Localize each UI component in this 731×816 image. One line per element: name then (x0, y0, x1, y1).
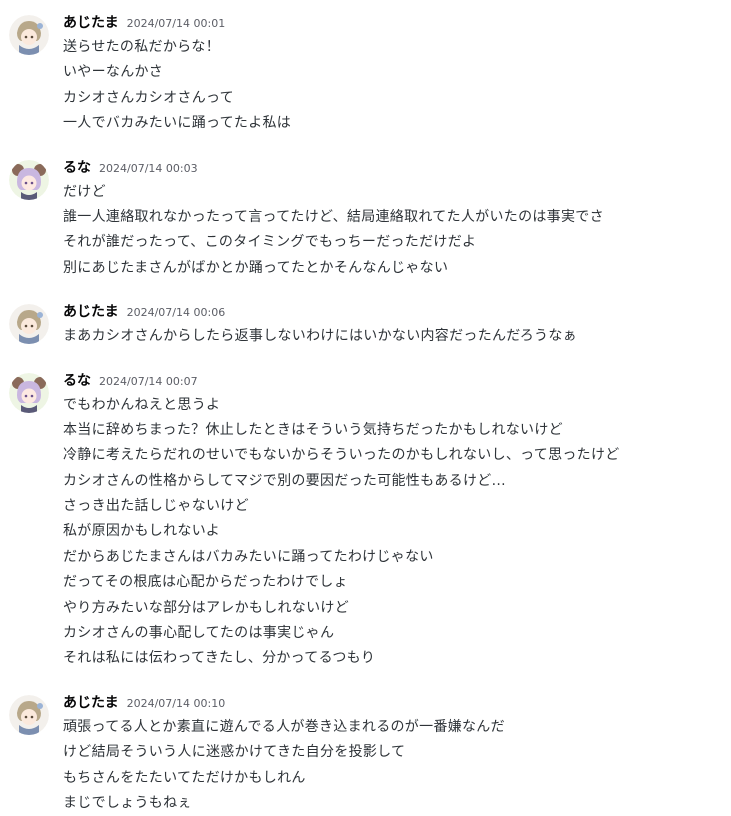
avatar[interactable] (9, 372, 49, 413)
timestamp: 2024/07/14 00:01 (126, 17, 226, 30)
message-line: だけど (63, 183, 106, 200)
timestamp: 2024/07/14 00:10 (126, 696, 226, 710)
username[interactable]: あじたま (63, 301, 119, 321)
message-line: それは私には伝わってきたし、分かってるつもり (63, 650, 376, 667)
username[interactable]: あじたま (63, 12, 119, 32)
message-line: 冷静に考えたらだれのせいでもないからそういったのかもしれないし、って思ったけど (63, 447, 620, 464)
message-line: だからあじたまさんはバカみたいに踊ってたわけじゃない (63, 548, 434, 565)
timestamp: 2024/07/14 00:07 (99, 374, 198, 388)
username[interactable]: あじたま (63, 692, 119, 712)
message-header: あじたま 2024/07/14 00:10 (63, 692, 723, 715)
message-group: あじたま 2024/07/14 00:06 まあカシオさんからしたら返事しないわ… (0, 301, 731, 349)
message-content: まあカシオさんからしたら返事しないわけにはいかない内容だったんだろうなぁ (63, 324, 723, 349)
username[interactable]: るな (63, 157, 91, 177)
message-group: あじたま 2024/07/14 00:01 送らせたの私だからな！ いやーなんか… (0, 12, 731, 137)
message-header: るな 2024/07/14 00:07 (63, 370, 723, 393)
message-line: だってその根底は心配からだったわけでしょ (63, 574, 348, 591)
message-line: 送らせたの私だからな！ (63, 39, 221, 55)
message-line: まじでしょうもねぇ (63, 794, 192, 811)
message-group: るな 2024/07/14 00:07 でもわかんねえと思うよ 本当に辞めちまっ… (0, 370, 731, 672)
message-line: 私が原因かもしれないよ (63, 523, 221, 540)
message-line: 誰一人連絡取れなかったって言ってたけど、結局連絡取れてた人がいたのは事実でさ (63, 208, 604, 225)
avatar[interactable] (9, 304, 49, 345)
avatar[interactable] (9, 15, 49, 55)
message-line: 一人でバカみたいに踊ってたよ私は (63, 115, 292, 132)
message-line: まあカシオさんからしたら返事しないわけにはいかない内容だったんだろうなぁ (63, 328, 577, 345)
message-group: るな 2024/07/14 00:03 だけど 誰一人連絡取れなかったって言って… (0, 157, 731, 282)
message-line: カシオさんの事心配してたのは事実じゃん (63, 625, 335, 642)
timestamp: 2024/07/14 00:06 (126, 306, 226, 320)
message-content: 頑張ってる人とか素直に遊んでる人が巻き込まれるのが一番嫌なんだ けど結局そういう… (63, 715, 723, 816)
message-content: でもわかんねえと思うよ 本当に辞めちまった？休止したときはそういう気持ちだったか… (63, 393, 723, 672)
message-content: 送らせたの私だからな！ いやーなんかさ カシオさんカシオさんって 一人でバカみた… (63, 35, 723, 137)
chat-log: あじたま 2024/07/14 00:01 送らせたの私だからな！ いやーなんか… (0, 0, 731, 811)
message-line: いやーなんかさ (63, 64, 164, 81)
message-line: 別にあじたまさんがばかとか踊ってたとかそんなんじゃない (63, 259, 449, 276)
message-header: るな 2024/07/14 00:03 (63, 157, 723, 180)
message-line: 本当に辞めちまった？休止したときはそういう気持ちだったかもしれないけど (63, 421, 563, 438)
message-header: あじたま 2024/07/14 00:01 (63, 12, 723, 35)
message-line: カシオさんの性格からしてマジで別の要因だった可能性もあるけど... (63, 472, 506, 489)
avatar[interactable] (9, 694, 49, 735)
message-line: やり方みたいな部分はアレかもしれないけど (63, 599, 349, 616)
message-line: さっき出た話しじゃないけど (63, 498, 249, 515)
message-line: それが誰だったって、このタイミングでもっちーだっただけだよ (63, 234, 477, 251)
username[interactable]: るな (63, 370, 91, 390)
message-line: もちさんをたたいてただけかもしれん (63, 769, 306, 786)
message-line: けど結局そういう人に迷惑かけてきた自分を投影して (63, 744, 406, 761)
message-content: だけど 誰一人連絡取れなかったって言ってたけど、結局連絡取れてた人がいたのは事実… (63, 180, 723, 282)
timestamp: 2024/07/14 00:03 (99, 161, 198, 175)
message-group: あじたま 2024/07/14 00:10 頑張ってる人とか素直に遊んでる人が巻… (0, 692, 731, 816)
avatar[interactable] (9, 159, 49, 200)
message-line: 頑張ってる人とか素直に遊んでる人が巻き込まれるのが一番嫌なんだ (63, 718, 505, 735)
message-header: あじたま 2024/07/14 00:06 (63, 301, 723, 324)
message-line: カシオさんカシオさんって (63, 89, 234, 106)
message-line: でもわかんねえと思うよ (63, 396, 221, 413)
